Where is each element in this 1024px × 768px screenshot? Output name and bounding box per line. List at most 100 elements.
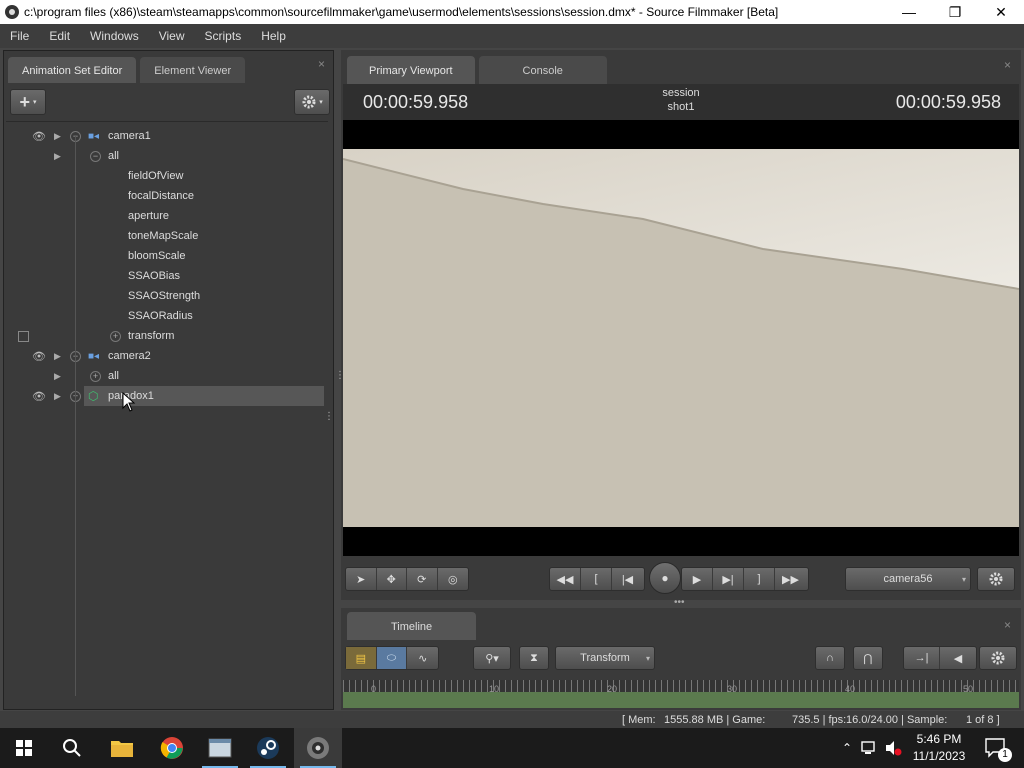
menu-view[interactable]: View: [149, 24, 195, 48]
rotate-tool-button[interactable]: ⟳: [407, 568, 438, 590]
target-icon: ◎: [447, 573, 458, 586]
taskbar-clock[interactable]: 5:46 PM 11/1/2023: [906, 731, 972, 765]
mark-in-button[interactable]: [: [581, 568, 612, 590]
tree-row-all-2[interactable]: ▶ + all: [6, 366, 324, 386]
select-tool-button[interactable]: ➤: [346, 568, 377, 590]
timecode-shot: 00:00:59.958: [895, 92, 1001, 112]
step-back-button[interactable]: |◀: [612, 568, 643, 590]
sfm-app-icon: [5, 5, 19, 19]
left-panel-close-icon[interactable]: ×: [318, 57, 325, 71]
tree-row-ssaobias[interactable]: SSAOBias: [6, 266, 324, 286]
taskbar-file-explorer[interactable]: [98, 728, 146, 768]
scale-tool-button[interactable]: ◎: [438, 568, 468, 590]
tab-element-viewer[interactable]: Element Viewer: [140, 57, 246, 83]
search-button[interactable]: [48, 728, 96, 768]
taskbar-chrome[interactable]: [148, 728, 196, 768]
mute-button[interactable]: ◀: [940, 647, 976, 669]
skip-back-icon: |◀: [621, 573, 634, 586]
clip-editor-button[interactable]: ▤: [346, 647, 377, 669]
tree-label: camera1: [108, 130, 151, 142]
chevron-up-icon[interactable]: ⌃: [838, 741, 856, 755]
tree-row-tonemapscale[interactable]: toneMapScale: [6, 226, 324, 246]
mark-out-button[interactable]: ]: [744, 568, 775, 590]
tree-row-camera2[interactable]: 👁 ▶ − ■◂ camera2: [6, 346, 324, 366]
play-arrow-icon[interactable]: ▶: [54, 351, 64, 362]
menu-edit[interactable]: Edit: [39, 24, 80, 48]
eye-icon[interactable]: 👁: [32, 350, 46, 363]
add-key-button[interactable]: ⚲▾: [473, 646, 511, 670]
timeline-mode-dropdown[interactable]: Transform ▾: [555, 646, 655, 670]
viewport-header: 00:00:59.958 session shot1 00:00:59.958: [343, 84, 1019, 120]
eye-icon[interactable]: 👁: [32, 130, 46, 143]
tree-guide-line: [75, 136, 76, 696]
tab-primary-viewport[interactable]: Primary Viewport: [347, 56, 475, 84]
tab-console[interactable]: Console: [478, 56, 607, 84]
close-button[interactable]: ✕: [978, 0, 1024, 24]
viewport-splitter-handle-icon[interactable]: •••: [674, 597, 685, 608]
viewport-render[interactable]: [343, 120, 1019, 556]
snap-frame-button[interactable]: ⋂: [853, 646, 883, 670]
notification-center-button[interactable]: 1: [976, 728, 1016, 768]
taskbar-source-filmmaker[interactable]: [294, 728, 342, 768]
camera-icon: ■◂: [88, 351, 100, 362]
tab-timeline[interactable]: Timeline: [347, 612, 477, 640]
camera-select-dropdown[interactable]: camera56 ▾: [845, 567, 971, 591]
animation-set-settings-button[interactable]: ▾: [294, 89, 330, 115]
motion-editor-button[interactable]: ⬭: [376, 647, 408, 669]
network-icon[interactable]: [860, 740, 878, 756]
film-icon: ▤: [355, 652, 367, 665]
viewport-settings-button[interactable]: [977, 567, 1015, 591]
menu-file[interactable]: File: [0, 24, 39, 48]
maximize-button[interactable]: ❐: [932, 0, 978, 24]
menu-windows[interactable]: Windows: [80, 24, 149, 48]
play-arrow-icon[interactable]: ▶: [54, 151, 64, 162]
expand-icon[interactable]: +: [110, 330, 121, 342]
mouse-cursor-icon: [122, 392, 136, 412]
viewport-close-icon[interactable]: ×: [1004, 58, 1011, 72]
eye-icon[interactable]: 👁: [32, 390, 46, 403]
tree-row-fieldofview[interactable]: fieldOfView: [6, 166, 324, 186]
tree-row-ssaostrength[interactable]: SSAOStrength: [6, 286, 324, 306]
tree-row-transform[interactable]: + transform: [6, 326, 324, 346]
play-button[interactable]: ▶: [682, 568, 713, 590]
step-forward-button[interactable]: ▶|: [713, 568, 744, 590]
fast-forward-button[interactable]: ▶▶: [775, 568, 806, 590]
record-button[interactable]: ●: [649, 562, 681, 594]
tree-row-all[interactable]: ▶ − all: [6, 146, 324, 166]
minimize-button[interactable]: —: [886, 0, 932, 24]
play-arrow-icon[interactable]: ▶: [54, 371, 64, 382]
snap-button[interactable]: ∩: [815, 646, 845, 670]
speaker-muted-icon[interactable]: [884, 740, 902, 756]
rewind-button[interactable]: ◀◀: [550, 568, 581, 590]
checkbox[interactable]: [18, 330, 29, 342]
graph-editor-button[interactable]: ∿: [407, 647, 438, 669]
tree-label: all: [108, 370, 120, 382]
play-arrow-icon[interactable]: ▶: [54, 131, 64, 142]
splitter-handle-icon[interactable]: ⋮: [324, 411, 334, 422]
jump-to-end-button[interactable]: →|: [904, 647, 940, 669]
play-arrow-icon[interactable]: ▶: [54, 391, 64, 402]
tree-row-focaldistance[interactable]: focalDistance: [6, 186, 324, 206]
menu-scripts[interactable]: Scripts: [195, 24, 252, 48]
taskbar-steam[interactable]: [244, 728, 292, 768]
tab-animation-set-editor[interactable]: Animation Set Editor: [8, 57, 137, 83]
time-select-button[interactable]: ⧗: [519, 646, 549, 670]
add-animation-set-button[interactable]: + ▾: [10, 89, 46, 115]
tree-row-paradox1[interactable]: ⬡ paradox1: [84, 386, 324, 406]
shot-name: shot1: [667, 101, 695, 113]
menu-help[interactable]: Help: [251, 24, 296, 48]
expand-icon[interactable]: +: [90, 370, 101, 382]
timeline-settings-button[interactable]: [979, 646, 1017, 670]
collapse-icon[interactable]: −: [90, 150, 101, 162]
tree-row-aperture[interactable]: aperture: [6, 206, 324, 226]
tree-row-bloomscale[interactable]: bloomScale: [6, 246, 324, 266]
timeline-ruler[interactable]: 0 10 20 30 40 50: [343, 680, 1019, 708]
tree-row-ssaoradius[interactable]: SSAORadius: [6, 306, 324, 326]
start-button[interactable]: [0, 728, 48, 768]
record-dot-icon: ●: [661, 571, 669, 585]
tree-row-camera1[interactable]: 👁 ▶ − ■◂ camera1: [6, 126, 324, 146]
timeline-close-icon[interactable]: ×: [1004, 618, 1011, 632]
taskbar-app[interactable]: [196, 728, 244, 768]
move-tool-button[interactable]: ✥: [377, 568, 407, 590]
animation-set-toolbar: + ▾ ▾: [8, 87, 330, 117]
